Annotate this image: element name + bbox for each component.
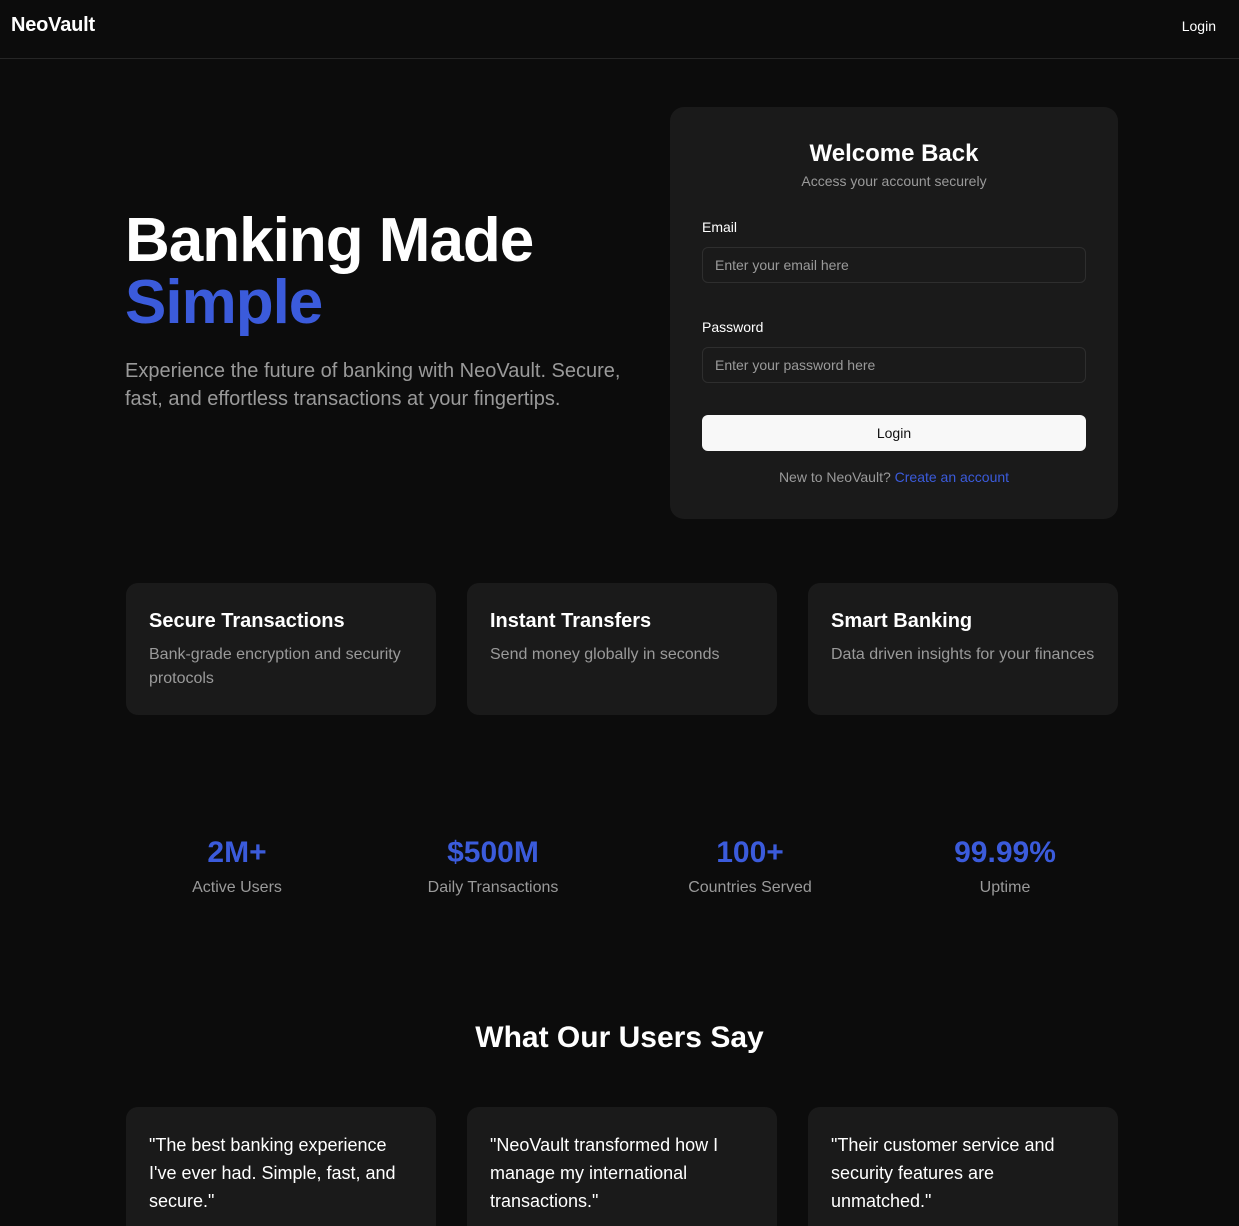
feature-description: Data driven insights for your finances xyxy=(831,646,1095,663)
login-card-subtitle: Access your account securely xyxy=(801,173,987,189)
email-field[interactable] xyxy=(702,247,1086,283)
login-card: Welcome Back Access your account securel… xyxy=(670,107,1118,519)
feature-title: Smart Banking xyxy=(831,610,973,632)
nav-login-link[interactable]: Login xyxy=(1182,18,1216,34)
stat-label: Countries Served xyxy=(688,879,812,896)
feature-description: Send money globally in seconds xyxy=(490,646,720,663)
stat-countries-served: 100+ Countries Served xyxy=(630,835,870,897)
feature-card-smart: Smart Banking Data driven insights for y… xyxy=(808,583,1118,715)
testimonial-quote: "The best banking experience I've ever h… xyxy=(149,1135,396,1211)
testimonial-quote: "NeoVault transformed how I manage my in… xyxy=(490,1135,719,1211)
testimonial-card: "Their customer service and security fea… xyxy=(808,1107,1118,1226)
testimonial-card: "NeoVault transformed how I manage my in… xyxy=(467,1107,777,1226)
hero-subtitle: Experience the future of banking with Ne… xyxy=(125,360,621,410)
stat-value: 2M+ xyxy=(207,836,267,869)
brand-logo[interactable]: NeoVault xyxy=(11,14,95,37)
feature-title: Instant Transfers xyxy=(490,610,652,632)
testimonial-card: "The best banking experience I've ever h… xyxy=(126,1107,436,1226)
password-label: Password xyxy=(702,319,764,335)
email-label: Email xyxy=(702,219,738,235)
stat-value: 100+ xyxy=(716,836,784,869)
stat-value: $500M xyxy=(447,836,539,869)
testimonials-title: What Our Users Say xyxy=(475,1021,764,1054)
stat-value: 99.99% xyxy=(954,836,1056,869)
login-card-title: Welcome Back xyxy=(809,140,979,167)
create-account-link[interactable]: Create an account xyxy=(895,469,1009,485)
landing-page: NeoVault Login Banking Made Simple Exper… xyxy=(0,0,1239,1226)
login-submit-button[interactable]: Login xyxy=(702,415,1086,451)
stat-uptime: 99.99% Uptime xyxy=(885,835,1125,897)
hero-title-line1: Banking Made xyxy=(125,206,534,275)
testimonial-quote: "Their customer service and security fea… xyxy=(831,1135,1055,1211)
hero-title-highlight: Simple xyxy=(125,268,323,337)
stat-label: Active Users xyxy=(192,879,282,896)
signup-prompt-line: New to NeoVault? Create an account xyxy=(670,469,1118,485)
stat-label: Daily Transactions xyxy=(427,879,559,896)
feature-description: Bank-grade encryption and security proto… xyxy=(149,646,401,687)
password-field[interactable] xyxy=(702,347,1086,383)
stat-active-users: 2M+ Active Users xyxy=(117,835,357,897)
feature-card-secure: Secure Transactions Bank-grade encryptio… xyxy=(126,583,436,715)
stat-daily-transactions: $500M Daily Transactions xyxy=(373,835,613,897)
feature-title: Secure Transactions xyxy=(149,610,345,632)
top-navbar: NeoVault Login xyxy=(0,0,1239,59)
signup-prompt-text: New to NeoVault? xyxy=(778,469,891,485)
stat-label: Uptime xyxy=(979,879,1031,896)
feature-card-instant: Instant Transfers Send money globally in… xyxy=(467,583,777,715)
hero-title: Banking Made Simple xyxy=(125,206,534,337)
